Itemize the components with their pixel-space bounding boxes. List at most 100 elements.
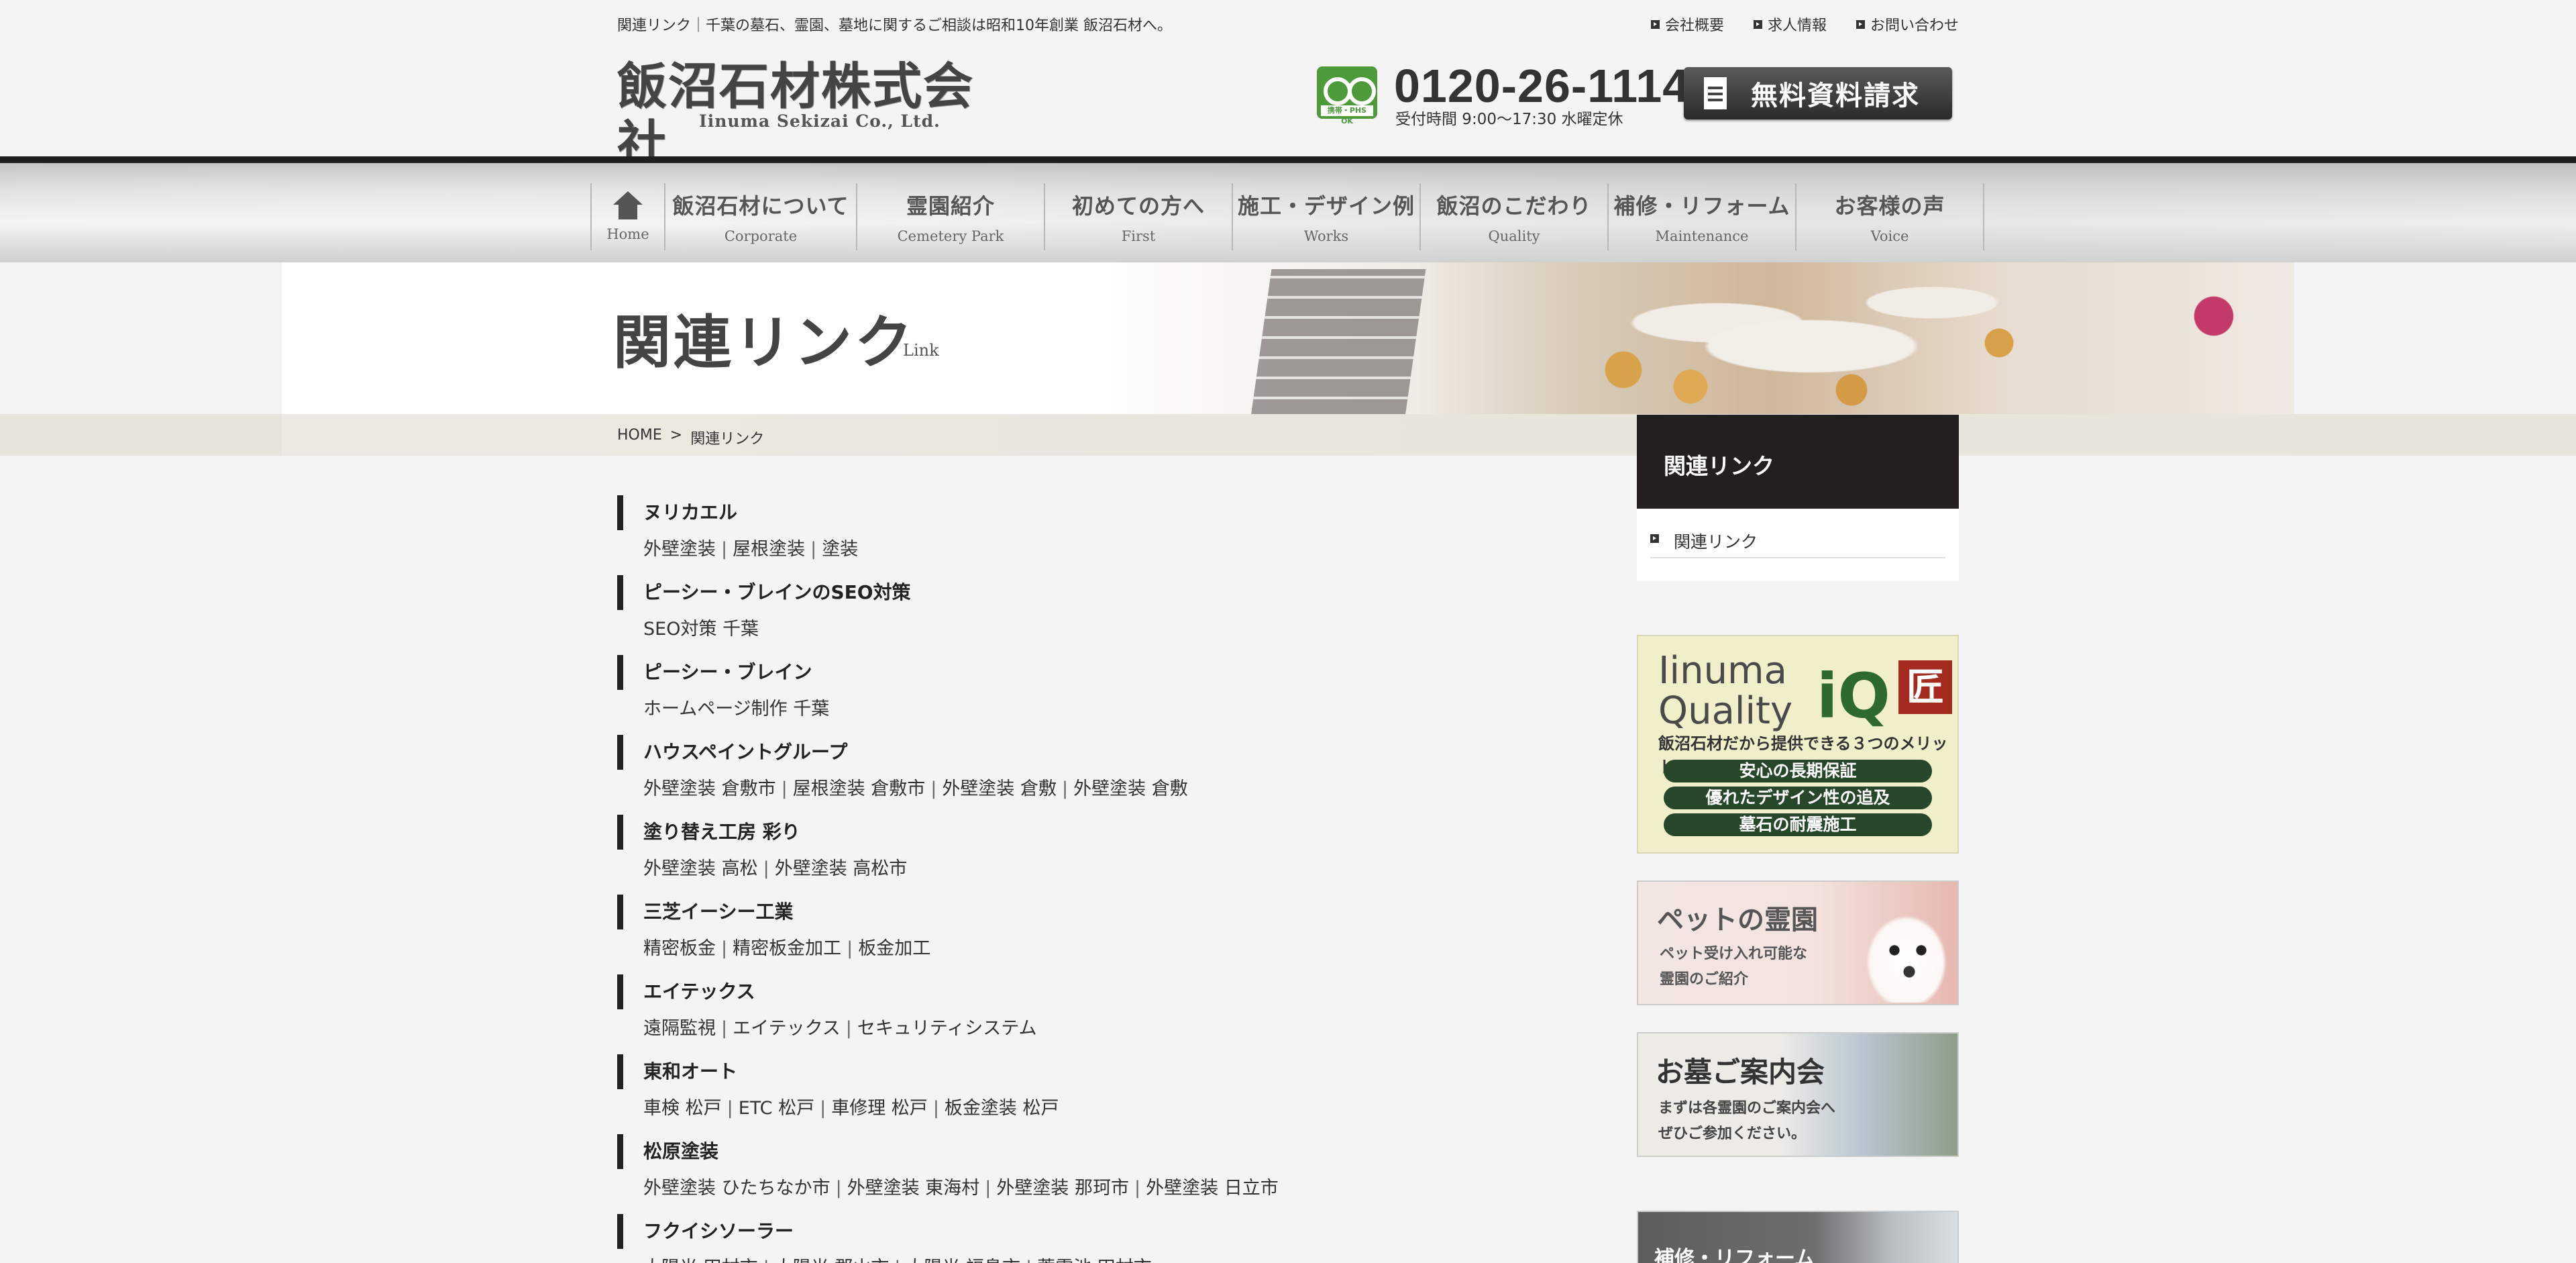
link-tag[interactable]: セキュリティシステム (857, 1018, 1037, 1039)
tag-separator: | (1062, 778, 1069, 799)
arrow-bullet-icon (1856, 19, 1865, 29)
tag-separator: | (985, 1178, 991, 1199)
link-tag[interactable]: 遠隔監視 (643, 1018, 716, 1039)
page-banner (282, 262, 2294, 414)
link-item-name: 松原塗装 (617, 1134, 1623, 1169)
nav-quality[interactable]: 飯沼のこだわり Quality (1421, 183, 1609, 250)
link-item-name: フクイシソーラー (617, 1214, 1623, 1249)
link-tag[interactable]: 精密板金加工 (733, 938, 841, 959)
site-tagline: 関連リンク｜千葉の墓石、霊園、墓地に関するご相談は昭和10年創業 飯沼石材へ。 (617, 17, 1172, 34)
link-tag[interactable]: 外壁塗装 倉敷市 (643, 778, 776, 799)
tag-separator: | (820, 1098, 826, 1119)
link-tag[interactable]: エイテックス (733, 1018, 841, 1039)
link-tag[interactable]: 精密板金 (643, 938, 716, 959)
link-tag[interactable]: 車検 松戸 (643, 1098, 722, 1119)
link-tag[interactable]: 外壁塗装 東海村 (847, 1178, 980, 1199)
top-link-recruit[interactable]: 求人情報 (1753, 13, 1827, 35)
quality-line2: Quality (1658, 689, 1793, 733)
tag-separator: | (810, 539, 817, 560)
nav-first[interactable]: 初めての方へ First (1045, 183, 1233, 250)
top-link-contact[interactable]: お問い合わせ (1856, 13, 1959, 35)
link-item-name: ピーシー・ブレインのSEO対策 (617, 575, 1623, 610)
breadcrumb-separator: > (669, 427, 683, 444)
freedial-badge-label: 携帯・PHS OK (1321, 105, 1373, 125)
pet-cemetery-banner[interactable]: ペットの霊園 ペット受け入れ可能な 霊園のご紹介 (1637, 880, 1959, 1005)
link-tag[interactable]: 太陽光 郡山市 (775, 1258, 890, 1263)
link-tag[interactable]: 外壁塗装 倉敷 (1073, 778, 1188, 799)
link-tag[interactable]: ホームページ制作 千葉 (643, 699, 829, 719)
link-tag[interactable]: 外壁塗装 高松 (643, 858, 758, 879)
stone-sample-rack-image (1250, 269, 1426, 414)
pet-banner-title: ペットの霊園 (1657, 904, 1818, 936)
top-bar: 関連リンク｜千葉の墓石、霊園、墓地に関するご相談は昭和10年創業 飯沼石材へ。 … (617, 13, 1959, 35)
link-item-tags: 遠隔監視 | エイテックス | セキュリティシステム (617, 1013, 1623, 1040)
sidebar-menu: 関連リンク (1637, 509, 1959, 581)
free-brochure-request-button[interactable]: 無料資料請求 (1684, 67, 1952, 119)
link-tag[interactable]: 外壁塗装 那珂市 (996, 1178, 1129, 1199)
arrow-bullet-icon (1753, 19, 1762, 29)
link-item-name: 塗り替え工房 彩り (617, 815, 1623, 850)
tag-separator: | (763, 1258, 769, 1263)
link-item-name: エイテックス (617, 974, 1623, 1009)
link-tag[interactable]: 板金加工 (858, 938, 930, 959)
link-tag[interactable]: 塗装 (822, 539, 858, 560)
site-logo[interactable]: 飯沼石材株式会社 Iinuma Sekizai Co., Ltd. (617, 58, 993, 173)
link-tag[interactable]: 蓄電池 田村市 (1037, 1258, 1152, 1263)
tag-separator: | (835, 1178, 842, 1199)
link-item-name: 三芝イーシー工業 (617, 895, 1623, 929)
tour-banner-desc1: まずは各霊園のご案内会へ (1658, 1099, 1836, 1117)
link-tag[interactable]: 外壁塗装 ひたちなか市 (643, 1178, 830, 1199)
phone-number[interactable]: 0120-26-1114 (1394, 59, 1689, 113)
tag-separator: | (721, 938, 728, 959)
tag-separator: | (930, 778, 937, 799)
reform-banner-title: 補修・リフォーム (1654, 1247, 1815, 1263)
link-item-tags: 精密板金 | 精密板金加工 | 板金加工 (617, 933, 1623, 960)
link-tag[interactable]: 外壁塗装 (643, 539, 716, 560)
link-item-name: 東和オート (617, 1054, 1623, 1089)
global-nav: Home 飯沼石材について Corporate 霊園紹介 Cemetery Pa… (590, 183, 1984, 250)
tour-banner-title: お墓ご案内会 (1656, 1056, 1825, 1089)
merit-pill: 優れたデザイン性の追及 (1664, 787, 1932, 809)
link-tag[interactable]: 外壁塗装 日立市 (1146, 1178, 1279, 1199)
nav-voice[interactable]: お客様の声 Voice (1796, 183, 1984, 250)
link-tag[interactable]: 板金塗装 松戸 (945, 1098, 1059, 1119)
iinuma-quality-banner[interactable]: IinumaQuality iQ 匠 飯沼石材だから提供できる３つのメリット 安… (1637, 635, 1959, 854)
link-item: 塗り替え工房 彩り 外壁塗装 高松 | 外壁塗装 高松市 (617, 815, 1623, 895)
breadcrumb-home[interactable]: HOME (617, 427, 662, 448)
tag-separator: | (894, 1258, 900, 1263)
link-item-tags: 太陽光 田村市 | 太陽光 郡山市 | 太陽光 福島市 | 蓄電池 田村市 (617, 1253, 1623, 1263)
document-icon (1704, 77, 1727, 109)
tag-separator: | (727, 1098, 733, 1119)
link-item: フクイシソーラー太陽光 田村市 | 太陽光 郡山市 | 太陽光 福島市 | 蓄電池 田村市 (617, 1214, 1623, 1263)
merit-pill: 墓石の耐震施工 (1664, 813, 1932, 836)
merit-pill: 安心の長期保証 (1664, 760, 1932, 782)
tag-separator: | (845, 1018, 852, 1039)
link-item: ピーシー・ブレインのSEO対策 SEO対策 千葉 (617, 575, 1623, 655)
nav-corporate[interactable]: 飯沼石材について Corporate (665, 183, 857, 250)
sidebar-item-related-links[interactable]: 関連リンク (1650, 529, 1945, 558)
nav-home[interactable]: Home (592, 183, 665, 250)
link-tag[interactable]: 太陽光 福島市 (906, 1258, 1020, 1263)
link-item: ハウスペイントグループ 外壁塗装 倉敷市 | 屋根塗装 倉敷市 | 外壁塗装 倉敷 | 外壁塗… (617, 735, 1623, 815)
nav-works[interactable]: 施工・デザイン例 Works (1233, 183, 1421, 250)
page-title: 関連リンク (613, 309, 915, 376)
link-tag[interactable]: ETC 松戸 (739, 1098, 814, 1119)
link-tag[interactable]: 太陽光 田村市 (643, 1258, 758, 1263)
pet-banner-desc1: ペット受け入れ可能な (1660, 945, 1808, 962)
link-item-tags: 外壁塗装 | 屋根塗装 | 塗装 (617, 534, 1623, 560)
reform-banner[interactable]: 補修・リフォーム (1637, 1211, 1959, 1263)
link-tag[interactable]: 屋根塗装 倉敷市 (793, 778, 926, 799)
tag-separator: | (932, 1098, 939, 1119)
link-tag[interactable]: 車修理 松戸 (831, 1098, 928, 1119)
tour-banner-desc2: ぜひご参加ください。 (1658, 1125, 1807, 1142)
link-tag[interactable]: 外壁塗装 倉敷 (942, 778, 1057, 799)
link-tag[interactable]: SEO対策 千葉 (643, 619, 759, 640)
link-item: ピーシー・ブレイン ホームページ制作 千葉 (617, 655, 1623, 735)
business-hours: 受付時間 9:00〜17:30 水曜定休 (1395, 111, 1623, 128)
grave-tour-banner[interactable]: お墓ご案内会 まずは各霊園のご案内会へ ぜひご参加ください。 (1637, 1032, 1959, 1157)
link-tag[interactable]: 外壁塗装 高松市 (775, 858, 908, 879)
link-tag[interactable]: 屋根塗装 (733, 539, 805, 560)
top-link-company[interactable]: 会社概要 (1650, 13, 1724, 35)
nav-maintenance[interactable]: 補修・リフォーム Maintenance (1609, 183, 1796, 250)
nav-cemetery-park[interactable]: 霊園紹介 Cemetery Park (857, 183, 1045, 250)
